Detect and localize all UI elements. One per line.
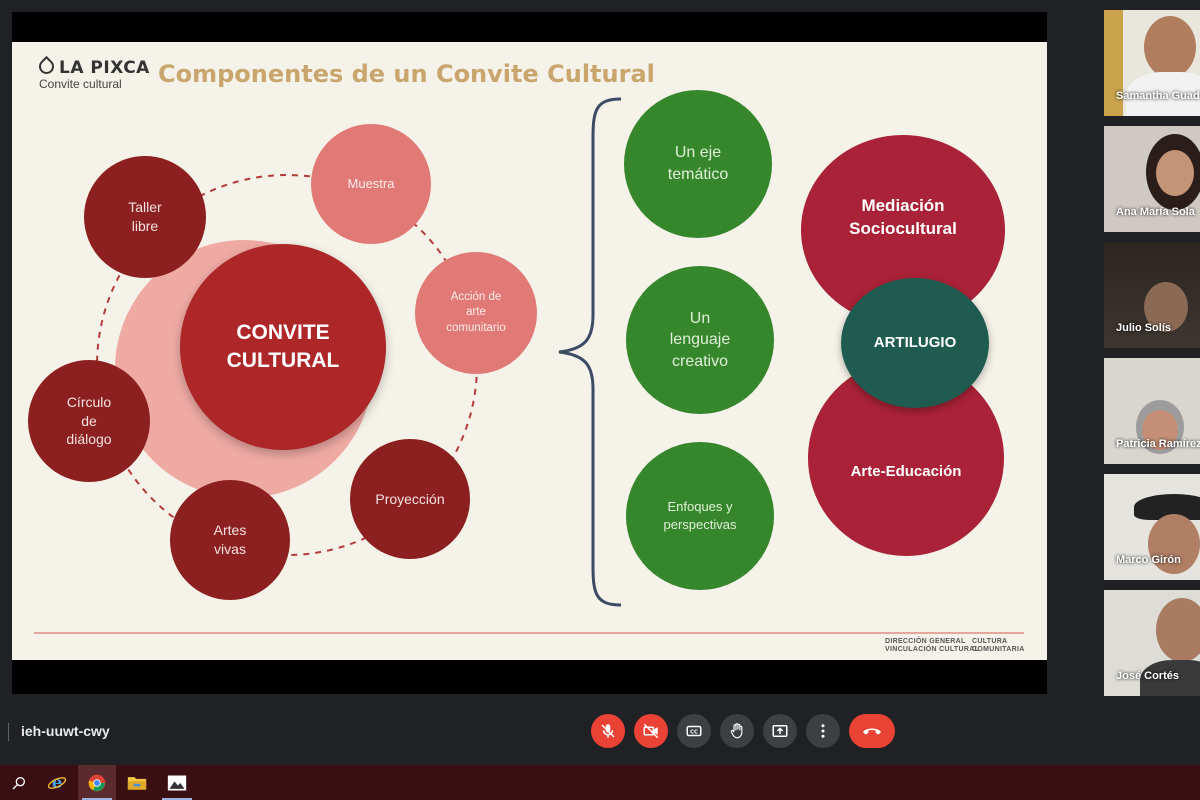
- orbit-accion-arte: Acción de arte comunitario: [415, 252, 537, 374]
- raise-hand-button[interactable]: [720, 714, 754, 748]
- orbit-muestra: Muestra: [311, 124, 431, 244]
- orbit-proyeccion: Proyección: [350, 439, 470, 559]
- mic-off-icon: [601, 724, 615, 738]
- chrome-icon: [88, 774, 106, 791]
- photos-icon: [167, 775, 187, 790]
- participant-name: Samantha Guad: [1116, 90, 1200, 102]
- captions-button[interactable]: CC: [677, 714, 711, 748]
- camera-toggle-button[interactable]: [634, 714, 668, 748]
- convite-cultural-center: CONVITE CULTURAL: [180, 244, 386, 450]
- meeting-code: ieh-uuwt-cwy: [21, 723, 110, 739]
- participant-name: Marco Girón: [1116, 554, 1181, 566]
- footer-cultura-logo: CULTURA COMUNITARIA: [972, 638, 1025, 654]
- artilugio-circle: ARTILUGIO: [841, 278, 989, 408]
- search-icon: [12, 776, 25, 789]
- mic-toggle-button[interactable]: [591, 714, 625, 748]
- eje-tematico-circle: Un eje temático: [624, 90, 772, 238]
- presentation-stage: LA PIXCA Convite cultural Componentes de…: [0, 0, 1090, 712]
- camera-off-icon: [643, 723, 659, 739]
- captions-icon: CC: [686, 725, 702, 737]
- participant-tile[interactable]: Marco Girón: [1104, 474, 1200, 580]
- participant-name: Julio Solís: [1116, 322, 1172, 334]
- participant-name: Ana María Sola: [1116, 206, 1195, 218]
- taskbar-photos[interactable]: [158, 765, 196, 800]
- participant-tile[interactable]: Ana María Sola: [1104, 126, 1200, 232]
- person-face: [1144, 16, 1196, 78]
- participant-tile[interactable]: José Cortés: [1104, 590, 1200, 696]
- person-face: [1156, 150, 1194, 196]
- taskbar-internet-explorer[interactable]: e: [38, 765, 76, 800]
- orbit-taller-libre: Taller libre: [84, 156, 206, 278]
- separator: [8, 723, 9, 741]
- internet-explorer-icon: e: [47, 773, 67, 792]
- participant-name: Patricia Ramírez: [1116, 438, 1200, 450]
- enfoques-perspectivas-circle: Enfoques y perspectivas: [626, 442, 774, 590]
- more-options-button[interactable]: [806, 714, 840, 748]
- orbit-artes-vivas: Artes vivas: [170, 480, 290, 600]
- curly-brace: [558, 97, 622, 607]
- participant-name: José Cortés: [1116, 670, 1179, 682]
- footer-direccion-logo: DIRECCIÓN GENERAL VINCULACIÓN CULTURAL: [885, 638, 980, 654]
- svg-text:e: e: [52, 773, 63, 792]
- taskbar-file-explorer[interactable]: [118, 765, 156, 800]
- end-call-icon: [862, 728, 882, 735]
- raise-hand-icon: [730, 723, 743, 739]
- meeting-control-bar: ieh-uuwt-cwy CC: [0, 712, 1200, 765]
- slide: LA PIXCA Convite cultural Componentes de…: [12, 42, 1047, 660]
- present-screen-button[interactable]: [763, 714, 797, 748]
- participant-tile[interactable]: Patricia Ramírez: [1104, 358, 1200, 464]
- file-explorer-icon: [127, 776, 147, 790]
- footer-divider: [34, 632, 1024, 634]
- more-options-icon: [821, 724, 825, 738]
- windows-taskbar: e: [0, 765, 1200, 800]
- lenguaje-creativo-circle: Un lenguaje creativo: [626, 266, 774, 414]
- person-face: [1156, 598, 1200, 662]
- presentation-frame: LA PIXCA Convite cultural Componentes de…: [12, 12, 1047, 694]
- svg-text:CC: CC: [690, 730, 698, 736]
- taskbar-chrome[interactable]: [78, 765, 116, 800]
- taskbar-search-button[interactable]: [0, 765, 38, 800]
- present-screen-icon: [772, 725, 788, 737]
- end-call-button[interactable]: [849, 714, 895, 748]
- participant-tile[interactable]: Julio Solís: [1104, 242, 1200, 348]
- orbit-circulo-dialogo: Círculo de diálogo: [28, 360, 150, 482]
- participant-tile[interactable]: Samantha Guad: [1104, 10, 1200, 116]
